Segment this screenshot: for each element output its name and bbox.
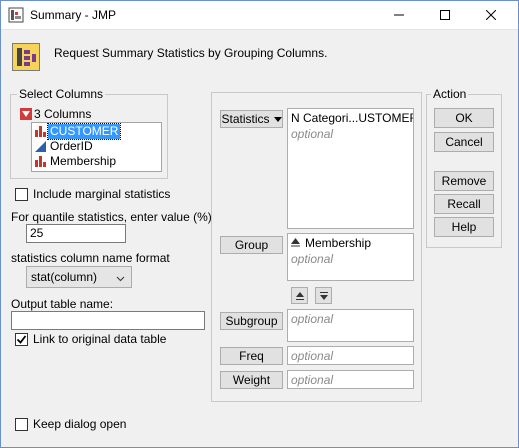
cancel-button[interactable]: Cancel: [434, 132, 494, 152]
continuous-column-icon: [32, 141, 48, 152]
nominal-column-icon: [32, 126, 48, 137]
nominal-column-icon: [32, 156, 48, 167]
sort-ascending-icon: [291, 236, 300, 250]
group-button[interactable]: Group: [220, 236, 283, 254]
include-marginal-checkbox[interactable]: [15, 188, 28, 201]
weight-placeholder: optional: [291, 373, 334, 387]
statistics-drop-area[interactable]: N Categori...USTOMER) optional: [287, 108, 414, 229]
weight-button[interactable]: Weight: [220, 371, 283, 389]
move-up-icon[interactable]: [291, 287, 308, 304]
help-button[interactable]: Help: [434, 217, 494, 237]
maximize-icon[interactable]: [427, 0, 463, 30]
statistics-button-label: Statistics: [221, 112, 270, 126]
summary-platform-icon: [12, 43, 40, 71]
caret-down-icon: [273, 112, 282, 126]
window-title: Summary - JMP: [30, 8, 117, 22]
recall-button[interactable]: Recall: [434, 194, 494, 214]
freq-drop-area[interactable]: optional: [287, 346, 414, 365]
subgroup-placeholder: optional: [291, 312, 334, 326]
statistics-item[interactable]: N Categori...USTOMER): [288, 109, 413, 127]
chevron-down-icon: [116, 272, 125, 286]
minimize-icon[interactable]: [381, 0, 417, 30]
format-value: stat(column): [31, 270, 98, 284]
column-count-label: 3 Columns: [34, 107, 92, 121]
subgroup-drop-area[interactable]: optional: [287, 309, 414, 342]
freq-button[interactable]: Freq: [220, 347, 283, 365]
list-item[interactable]: CUSTOMER: [32, 123, 161, 140]
output-table-label: Output table name:: [11, 297, 114, 311]
group-item[interactable]: Membership: [288, 234, 413, 252]
include-marginal-label: Include marginal statistics: [33, 187, 171, 201]
freq-placeholder: optional: [291, 349, 334, 363]
column-name: Membership: [50, 154, 117, 168]
column-name: OrderID: [50, 139, 93, 153]
quantile-input[interactable]: 25: [26, 224, 126, 243]
list-item[interactable]: Membership: [32, 154, 161, 169]
format-label: statistics column name format: [11, 251, 170, 265]
header-description: Request Summary Statistics by Grouping C…: [54, 46, 328, 60]
group-item-label: Membership: [305, 236, 372, 250]
column-list[interactable]: CUSTOMER OrderID Membership: [31, 122, 162, 172]
link-table-label: Link to original data table: [33, 332, 167, 346]
jmp-table-icon: [8, 7, 24, 23]
link-table-checkbox[interactable]: [15, 333, 28, 346]
ok-button[interactable]: OK: [434, 108, 494, 128]
select-columns-label: Select Columns: [17, 87, 106, 101]
group-drop-area[interactable]: Membership optional: [287, 233, 414, 281]
column-name: CUSTOMER: [46, 123, 122, 140]
action-label: Action: [431, 87, 469, 101]
keep-open-checkbox[interactable]: [15, 418, 28, 431]
move-down-icon[interactable]: [315, 287, 332, 304]
statistics-button[interactable]: Statistics: [220, 110, 283, 128]
weight-drop-area[interactable]: optional: [287, 370, 414, 389]
group-placeholder: optional: [291, 252, 334, 266]
disclosure-triangle-icon[interactable]: [20, 108, 32, 120]
close-icon[interactable]: [473, 0, 509, 30]
quantile-label: For quantile statistics, enter value (%): [11, 210, 212, 224]
list-item[interactable]: OrderID: [32, 139, 161, 154]
statistics-placeholder: optional: [291, 127, 334, 141]
remove-button[interactable]: Remove: [434, 171, 494, 191]
format-dropdown[interactable]: stat(column): [26, 266, 132, 288]
output-table-input[interactable]: [11, 311, 205, 330]
subgroup-button[interactable]: Subgroup: [220, 312, 283, 330]
keep-open-label: Keep dialog open: [33, 417, 127, 431]
